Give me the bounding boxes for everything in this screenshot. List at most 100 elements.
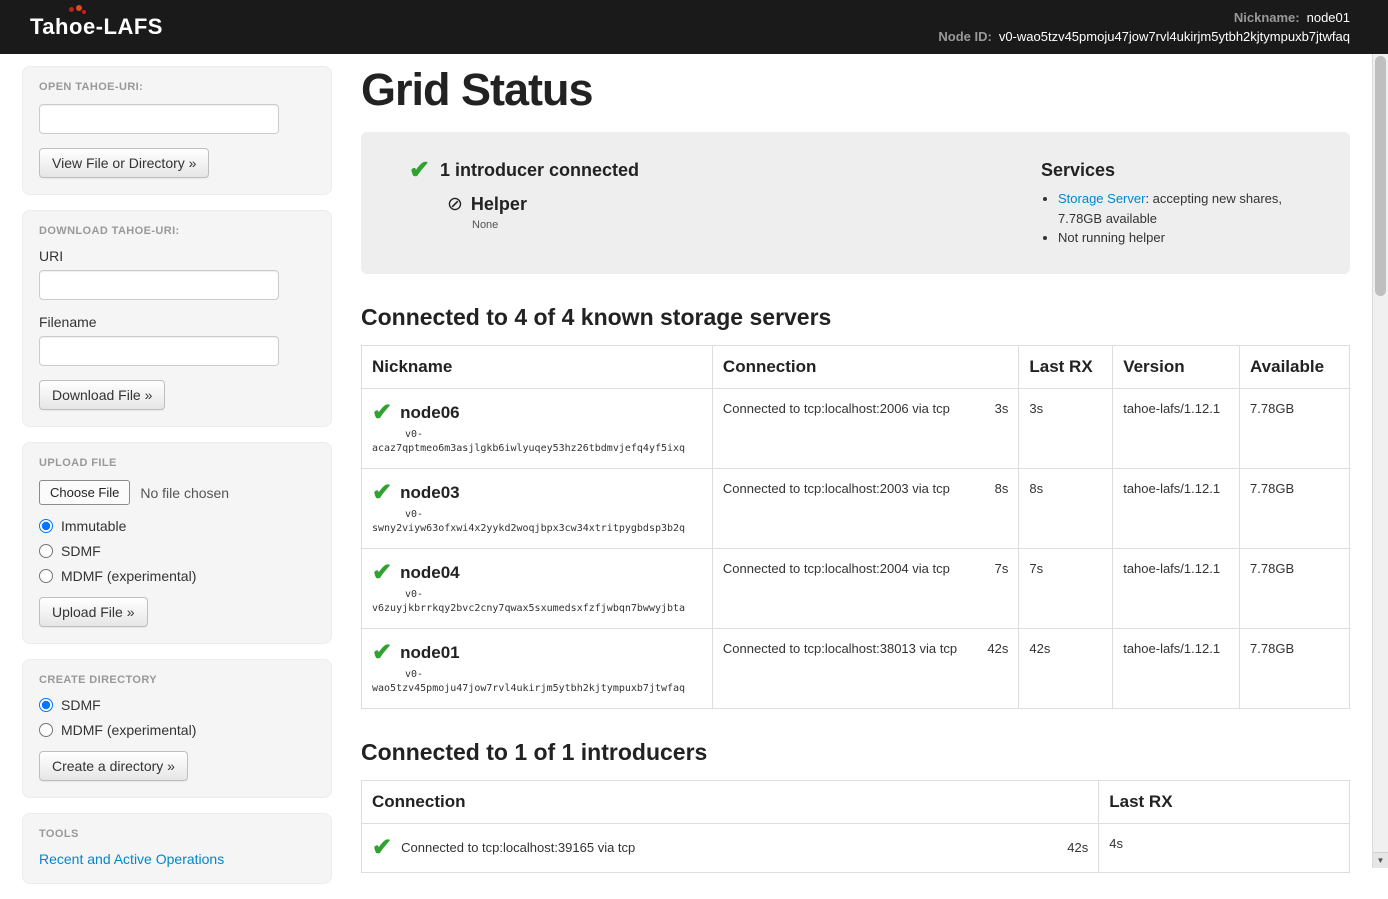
storage-servers-title: Connected to 4 of 4 known storage server… [361,304,1350,331]
radio-mkdir-mdmf-label: MDMF (experimental) [61,722,196,738]
node-id-label: Node ID: [938,29,991,44]
upload-format-sdmf[interactable]: SDMF [39,543,315,559]
scrollbar-thumb[interactable] [1375,56,1386,296]
nickname-value: node01 [1307,10,1350,25]
top-bar: Tahoe-LAFS Nickname:node01 Node ID:v0-wa… [0,0,1388,54]
last-rx-cell: 3s [1019,388,1113,468]
open-uri-input[interactable] [39,104,279,134]
tools-panel: TOOLS Recent and Active Operations [22,813,332,884]
col-connection: Connection [712,345,1018,388]
radio-sdmf-label: SDMF [61,543,101,559]
col-available: Available [1240,345,1350,388]
helper-service-status: Not running helper [1058,230,1165,245]
table-row-node04: ✔ node04 v0- v6zuyjkbrrkqy2bvc2cny7qwax5… [362,548,1350,628]
create-directory-heading: CREATE DIRECTORY [39,674,315,686]
col-last-rx: Last RX [1099,780,1350,823]
last-rx-cell: 42s [1019,628,1113,708]
connection-age: 42s [1067,840,1088,855]
app-logo[interactable]: Tahoe-LAFS [30,14,163,40]
check-icon: ✔ [372,836,392,860]
create-directory-panel: CREATE DIRECTORY SDMF MDMF (experimental… [22,659,332,798]
introducers-table-header-row: Connection Last RX [362,780,1350,823]
connection-status: Connected to tcp:localhost:2004 via tcp [723,561,950,576]
mkdir-format-mdmf[interactable]: MDMF (experimental) [39,722,315,738]
server-id-hash: wao5tzv45pmoju47jow7rvl4ukirjm5ytbh2kjty… [372,682,702,696]
check-icon: ✔ [372,401,392,425]
uri-field-label: URI [39,248,315,264]
nickname-cell: ✔ node04 v0- v6zuyjkbrrkqy2bvc2cny7qwax5… [362,548,713,628]
main-content: Grid Status ✔ 1 introducer connected ⊘ H… [361,54,1350,873]
storage-server-link[interactable]: Storage Server [1058,191,1145,206]
server-nickname: node06 [400,403,460,423]
upload-file-button[interactable]: Upload File » [39,597,148,627]
radio-immutable-label: Immutable [61,518,126,534]
introducer-status-text: 1 introducer connected [440,160,639,181]
not-connected-icon: ⊘ [447,195,463,214]
connection-cell: Connected to tcp:localhost:2006 via tcp … [712,388,1018,468]
introducers-table: Connection Last RX ✔ Connected to tcp:lo… [361,780,1350,873]
connection-age: 8s [995,481,1009,496]
helper-label: Helper [471,194,527,215]
connection-status: Connected to tcp:localhost:38013 via tcp [723,641,957,656]
nickname-row: Nickname: node01 [938,8,1350,27]
upload-format-immutable[interactable]: Immutable [39,518,315,534]
download-uri-panel: DOWNLOAD TAHOE-URI: URI Filename Downloa… [22,210,332,427]
upload-format-mdmf[interactable]: MDMF (experimental) [39,568,315,584]
server-id-prefix: v0- [405,508,702,522]
node-info: Nickname:node01 Node ID:v0-wao5tzv45pmoj… [938,8,1350,46]
download-filename-input[interactable] [39,336,279,366]
radio-mkdir-sdmf-label: SDMF [61,697,101,713]
download-uri-input[interactable] [39,270,279,300]
logo-text-post: e-LAFS [83,14,163,39]
mkdir-format-sdmf[interactable]: SDMF [39,697,315,713]
storage-table-header-row: Nickname Connection Last RX Version Avai… [362,345,1350,388]
connection-status: Connected to tcp:localhost:39165 via tcp [401,840,635,855]
services-title: Services [1041,160,1326,181]
choose-file-button[interactable]: Choose File [39,480,130,505]
server-nickname: node04 [400,563,460,583]
last-rx-cell: 4s [1099,823,1350,872]
radio-sdmf[interactable] [39,544,53,558]
file-chosen-status: No file chosen [140,485,229,501]
introducer-row: ✔ Connected to tcp:localhost:39165 via t… [362,823,1350,872]
check-icon: ✔ [372,481,392,505]
create-directory-button[interactable]: Create a directory » [39,751,188,781]
col-connection: Connection [362,780,1099,823]
server-id-hash: acaz7qptmeo6m3asjlgkb6iwlyuqey53hz26tbdm… [372,442,702,456]
connection-cell: Connected to tcp:localhost:2003 via tcp … [712,468,1018,548]
radio-mdmf-label: MDMF (experimental) [61,568,196,584]
col-nickname: Nickname [362,345,713,388]
nickname-label: Nickname: [1234,10,1300,25]
scroll-down-button[interactable]: ▼ [1373,852,1388,868]
radio-mkdir-sdmf[interactable] [39,698,53,712]
summary-services: Services Storage Server: accepting new s… [1041,158,1326,248]
connection-age: 7s [995,561,1009,576]
radio-mkdir-mdmf[interactable] [39,723,53,737]
radio-mdmf[interactable] [39,569,53,583]
last-rx-cell: 8s [1019,468,1113,548]
view-file-button[interactable]: View File or Directory » [39,148,209,178]
connection-cell: ✔ Connected to tcp:localhost:39165 via t… [362,823,1099,872]
check-icon: ✔ [372,561,392,585]
download-file-button[interactable]: Download File » [39,380,165,410]
services-list: Storage Server: accepting new shares, 7.… [1058,189,1326,248]
table-row-node06: ✔ node06 v0- acaz7qptmeo6m3asjlgkb6iwlyu… [362,388,1350,468]
server-id-hash: v6zuyjkbrrkqy2bvc2cny7qwax5sxumedsxfzfjw… [372,602,702,616]
introducer-status-row: ✔ 1 introducer connected [409,158,1041,183]
scrollbar[interactable]: ▼ [1372,54,1388,868]
upload-file-panel: UPLOAD FILE Choose File No file chosen I… [22,442,332,644]
service-item-storage: Storage Server: accepting new shares, 7.… [1058,189,1326,228]
radio-immutable[interactable] [39,519,53,533]
table-row-node01: ✔ node01 v0- wao5tzv45pmoju47jow7rvl4uki… [362,628,1350,708]
version-cell: tahoe-lafs/1.12.1 [1113,468,1240,548]
recent-operations-link[interactable]: Recent and Active Operations [39,851,315,867]
col-last-rx: Last RX [1019,345,1113,388]
check-icon: ✔ [409,158,430,183]
server-id-prefix: v0- [405,588,702,602]
logo-tree-icon: o [69,14,83,40]
storage-servers-table: Nickname Connection Last RX Version Avai… [361,345,1350,709]
server-nickname: node01 [400,643,460,663]
tools-heading: TOOLS [39,828,315,840]
connection-cell: Connected to tcp:localhost:2004 via tcp … [712,548,1018,628]
available-cell: 7.78GB [1240,628,1350,708]
